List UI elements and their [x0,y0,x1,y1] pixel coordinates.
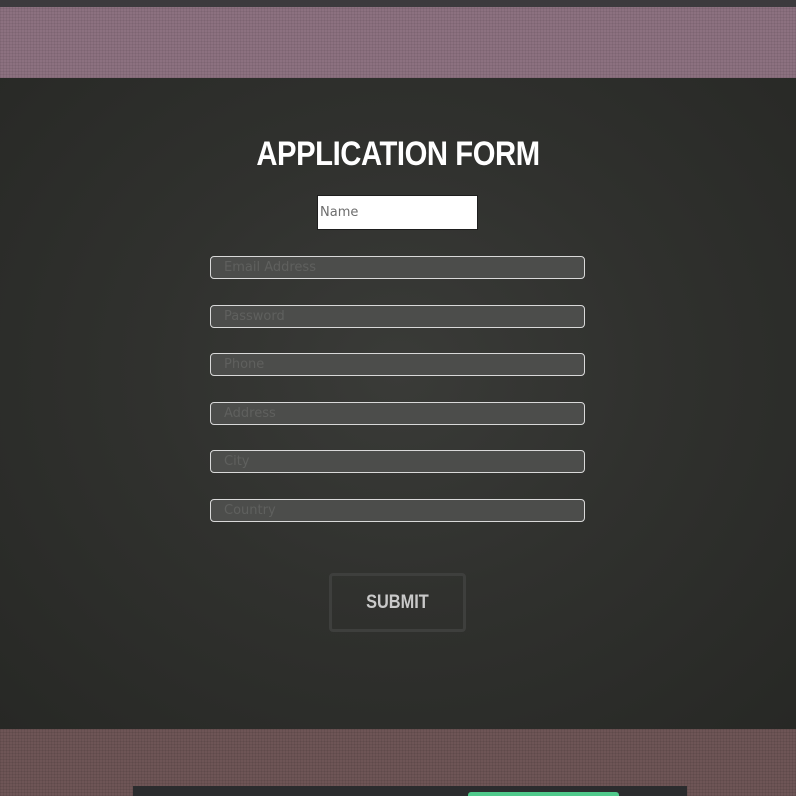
password-field[interactable] [210,305,585,328]
email-field[interactable] [210,256,585,279]
address-field[interactable] [210,402,585,425]
footer-accent-tab[interactable] [468,792,619,796]
form-title: APPLICATION FORM [256,135,540,173]
city-field[interactable] [210,450,585,473]
header-band [0,7,796,78]
submit-button[interactable]: SUBMIT [329,573,466,632]
top-strip [0,0,796,7]
country-field[interactable] [210,499,585,522]
submit-button-label: SUBMIT [366,591,429,613]
name-input[interactable] [317,195,478,230]
phone-field[interactable] [210,353,585,376]
